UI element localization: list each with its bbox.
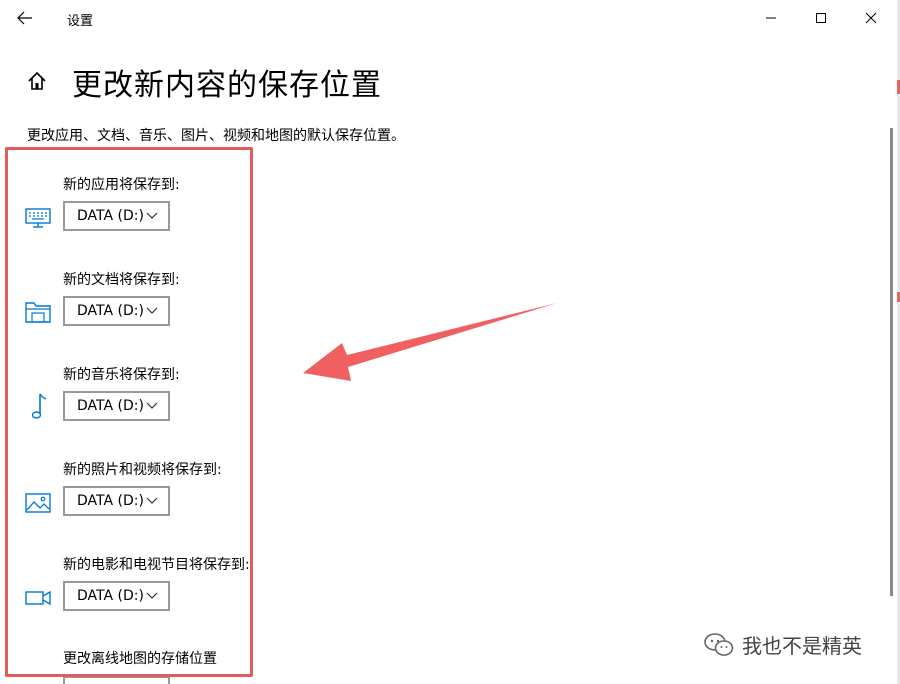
documents-location-dropdown[interactable]: DATA (D:) — [63, 296, 170, 326]
music-save-label: 新的音乐将保存到: — [63, 367, 180, 383]
close-icon — [865, 12, 877, 24]
photos-location-value: DATA (D:) — [77, 493, 144, 509]
offline-maps-link[interactable]: 更改离线地图的存储位置 — [63, 648, 217, 668]
documents-save-label: 新的文档将保存到: — [63, 272, 180, 288]
photos-save-label: 新的照片和视频将保存到: — [63, 462, 222, 478]
chevron-down-icon — [146, 307, 158, 314]
picture-icon — [24, 491, 52, 515]
apps-location-dropdown[interactable]: DATA (D:) — [63, 201, 170, 231]
chevron-down-icon — [146, 212, 158, 219]
page-title: 更改新内容的保存位置 — [72, 68, 382, 103]
monitor-icon — [24, 206, 52, 230]
home-button[interactable] — [26, 70, 48, 92]
offline-maps-dropdown-partial[interactable] — [63, 676, 170, 684]
watermark: 我也不是精英 — [704, 630, 862, 659]
home-icon — [28, 71, 46, 90]
apps-location-value: DATA (D:) — [77, 208, 144, 224]
movies-save-label: 新的电影和电视节目将保存到: — [63, 557, 250, 573]
minimize-button[interactable] — [748, 0, 794, 36]
chevron-down-icon — [146, 402, 158, 409]
music-note-icon — [24, 392, 52, 419]
movies-location-value: DATA (D:) — [77, 588, 144, 604]
movies-location-dropdown[interactable]: DATA (D:) — [63, 581, 170, 611]
apps-save-label: 新的应用将保存到: — [63, 177, 180, 193]
window-title: 设置 — [67, 14, 94, 29]
back-arrow-icon — [17, 11, 32, 25]
scrollbar-thumb[interactable] — [890, 128, 893, 596]
photos-location-dropdown[interactable]: DATA (D:) — [63, 486, 170, 516]
settings-window: 设置 更改新内容的保存位置 更改应用、文档、音乐、图片、视频和地图的默认保存位置… — [0, 0, 898, 684]
chevron-down-icon — [146, 497, 158, 504]
maximize-icon — [816, 13, 826, 23]
music-location-value: DATA (D:) — [77, 398, 144, 414]
minimize-icon — [766, 17, 776, 19]
music-location-dropdown[interactable]: DATA (D:) — [63, 391, 170, 421]
back-button[interactable] — [8, 4, 42, 32]
close-button[interactable] — [848, 0, 894, 36]
maximize-button[interactable] — [798, 0, 844, 36]
chevron-down-icon — [146, 592, 158, 599]
page-description: 更改应用、文档、音乐、图片、视频和地图的默认保存位置。 — [27, 128, 405, 144]
video-camera-icon — [24, 587, 52, 611]
title-bar: 设置 — [0, 0, 897, 36]
documents-location-value: DATA (D:) — [77, 303, 144, 319]
watermark-text: 我也不是精英 — [742, 634, 862, 658]
folder-icon — [24, 299, 52, 323]
annotation-arrow-icon — [303, 303, 557, 381]
wechat-icon — [704, 632, 734, 656]
